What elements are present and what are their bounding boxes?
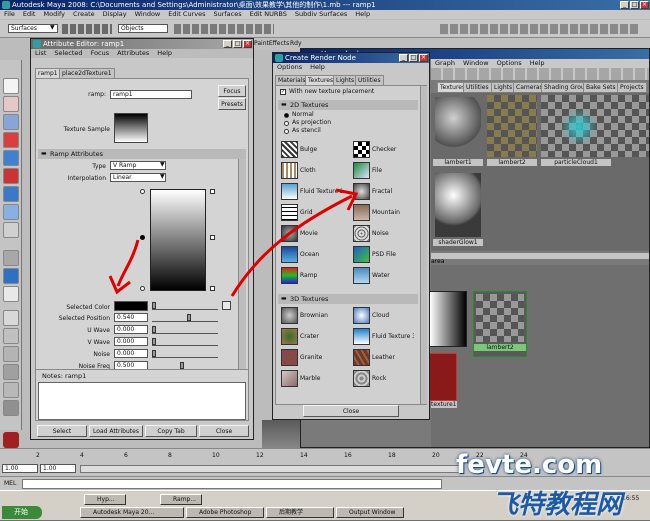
annotation-arrow-down: [116, 239, 140, 287]
annotation-arrow-to-fractal: [230, 194, 353, 297]
annotation-arrows: [108, 188, 359, 297]
